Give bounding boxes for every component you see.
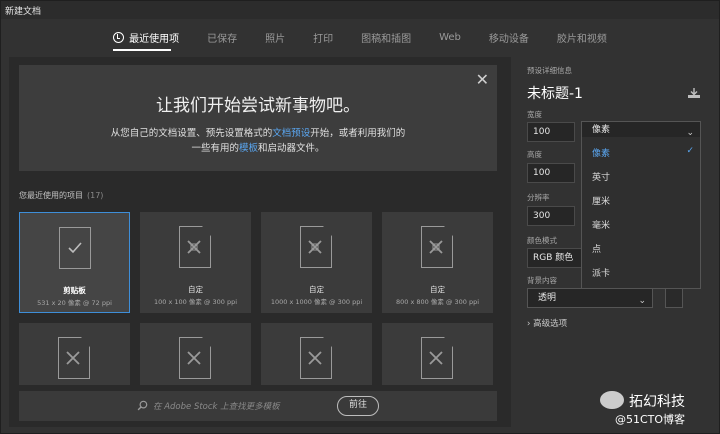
- background-select-value: 透明: [538, 293, 557, 303]
- welcome-banner: ✕ 让我们开始尝试新事物吧。 从您自己的文档设置、预先设置格式的文档预设开始，或…: [19, 65, 497, 171]
- background-color-swatch[interactable]: [665, 288, 683, 308]
- document-name-field[interactable]: 未标题-1: [527, 83, 583, 103]
- preset-card[interactable]: [19, 323, 130, 385]
- title-bar: 新建文档: [1, 1, 719, 19]
- banner-text-part: 开始，或者利用我们的: [310, 128, 406, 139]
- document-icon: [58, 337, 90, 379]
- search-icon: [137, 400, 148, 411]
- unit-option-picas[interactable]: 派卡: [592, 266, 610, 279]
- checkmark-icon: ✓: [686, 146, 694, 156]
- watermark-title: 拓幻科技: [629, 394, 685, 410]
- tab-web-label: Web: [439, 31, 461, 43]
- banner-text: 从您自己的文档设置、预先设置格式的文档预设开始，或者利用我们的 一些有用的模板和…: [19, 126, 497, 156]
- height-input[interactable]: 100: [527, 163, 575, 183]
- resolution-label: 分辨率: [527, 193, 550, 202]
- preset-card-clipboard[interactable]: 剪贴板 531 x 20 像素 @ 72 ppi: [19, 212, 130, 313]
- tab-recent-label: 最近使用项: [129, 33, 180, 45]
- watermark-subtitle: @51CTO博客: [615, 413, 686, 426]
- wechat-logo: [600, 391, 624, 409]
- unit-option-inches[interactable]: 英寸: [592, 170, 610, 183]
- document-icon: [300, 337, 332, 379]
- tab-photo[interactable]: 照片: [265, 30, 285, 45]
- unit-option-points[interactable]: 点: [592, 242, 601, 255]
- templates-link[interactable]: 模板: [239, 143, 258, 154]
- chevron-down-icon: ⌄: [638, 296, 646, 306]
- background-select[interactable]: 透明 ⌄: [527, 288, 653, 308]
- window-title: 新建文档: [5, 7, 42, 17]
- tab-art-label: 图稿和插图: [361, 33, 412, 45]
- new-document-dialog: 新建文档 最近使用项 已保存 照片 打印 图稿和插图 Web 移动设备 胶片和视…: [0, 0, 720, 434]
- preset-card[interactable]: [382, 323, 493, 385]
- clock-icon: [113, 31, 125, 43]
- preset-name: 自定: [430, 285, 445, 294]
- preset-name: 剪贴板: [63, 286, 86, 295]
- preset-card[interactable]: 自定 800 x 800 像素 @ 300 ppi: [382, 212, 493, 313]
- recent-panel: ✕ 让我们开始尝试新事物吧。 从您自己的文档设置、预先设置格式的文档预设开始，或…: [9, 57, 511, 427]
- tab-print[interactable]: 打印: [313, 30, 333, 45]
- stock-search-input[interactable]: 在 Adobe Stock 上查找更多模板: [153, 400, 280, 412]
- width-label: 宽度: [527, 110, 542, 119]
- stock-search-bar: 在 Adobe Stock 上查找更多模板 前往: [19, 391, 497, 421]
- document-presets-link[interactable]: 文档预设: [272, 128, 310, 139]
- recent-label-text: 您最近使用的项目: [19, 191, 83, 200]
- document-icon: [179, 337, 211, 379]
- unit-option-millimeters[interactable]: 毫米: [592, 218, 610, 231]
- clipboard-icon: [59, 227, 91, 269]
- banner-text-part: 和启动器文件。: [258, 143, 325, 154]
- banner-text-part: 一些有用的: [191, 143, 239, 154]
- document-icon: [300, 226, 332, 268]
- color-mode-label: 颜色模式: [527, 236, 557, 245]
- banner-text-part: 从您自己的文档设置、预先设置格式的: [110, 128, 273, 139]
- width-input[interactable]: 100: [527, 122, 575, 142]
- preset-name: 自定: [309, 285, 324, 294]
- tab-saved-label: 已保存: [207, 33, 238, 45]
- preset-size: 100 x 100 像素 @ 300 ppi: [153, 298, 238, 306]
- tab-saved[interactable]: 已保存: [207, 30, 237, 45]
- document-icon: [421, 337, 453, 379]
- banner-title: 让我们开始尝试新事物吧。: [156, 96, 360, 116]
- recent-items-label: 您最近使用的项目 (17): [19, 190, 103, 201]
- category-tabs: 最近使用项 已保存 照片 打印 图稿和插图 Web 移动设备 胶片和视频: [1, 23, 719, 51]
- tab-art-illustration[interactable]: 图稿和插图: [361, 30, 411, 45]
- unit-option-centimeters[interactable]: 厘米: [592, 194, 610, 207]
- tab-web[interactable]: Web: [439, 32, 461, 43]
- preset-details-panel: 预设详细信息 未标题-1 宽度 100 像素 ⌄ 高度 100 分辨率 300 …: [517, 57, 713, 427]
- document-icon: [421, 226, 453, 268]
- unit-option-pixels[interactable]: 像素: [592, 146, 610, 159]
- active-tab-underline: [113, 49, 171, 51]
- preset-name: 自定: [188, 285, 203, 294]
- save-preset-icon[interactable]: [687, 87, 701, 99]
- tab-film-video[interactable]: 胶片和视频: [557, 30, 607, 45]
- recent-count: (17): [87, 191, 104, 200]
- preset-size: 800 x 800 像素 @ 300 ppi: [395, 298, 480, 306]
- close-icon[interactable]: ✕: [476, 70, 489, 89]
- background-label: 背景内容: [527, 276, 557, 285]
- tab-print-label: 打印: [313, 33, 334, 45]
- tab-recent[interactable]: 最近使用项: [113, 30, 179, 45]
- unit-select-value: 像素: [592, 125, 611, 135]
- go-button[interactable]: 前往: [337, 396, 379, 416]
- height-label: 高度: [527, 150, 542, 159]
- advanced-options-toggle[interactable]: › 高级选项: [527, 317, 567, 329]
- preset-size: 531 x 20 像素 @ 72 ppi: [37, 299, 112, 307]
- preset-card[interactable]: 自定 100 x 100 像素 @ 300 ppi: [140, 212, 251, 313]
- preset-card[interactable]: [261, 323, 372, 385]
- unit-dropdown-menu: 像素 ✓ 英寸 厘米 毫米 点 派卡: [581, 137, 701, 289]
- tab-photo-label: 照片: [265, 33, 286, 45]
- preset-card[interactable]: [140, 323, 251, 385]
- tab-film-label: 胶片和视频: [556, 33, 607, 45]
- advanced-options-label: 高级选项: [533, 319, 568, 329]
- document-icon: [179, 226, 211, 268]
- color-mode-select[interactable]: RGB 颜色: [527, 248, 583, 268]
- tab-mobile-label: 移动设备: [488, 33, 529, 45]
- preset-card[interactable]: 自定 1000 x 1000 像素 @ 300 ppi: [261, 212, 372, 313]
- preset-details-label: 预设详细信息: [527, 66, 572, 75]
- resolution-input[interactable]: 300: [527, 206, 575, 226]
- tab-mobile[interactable]: 移动设备: [489, 30, 529, 45]
- preset-size: 1000 x 1000 像素 @ 300 ppi: [270, 298, 363, 306]
